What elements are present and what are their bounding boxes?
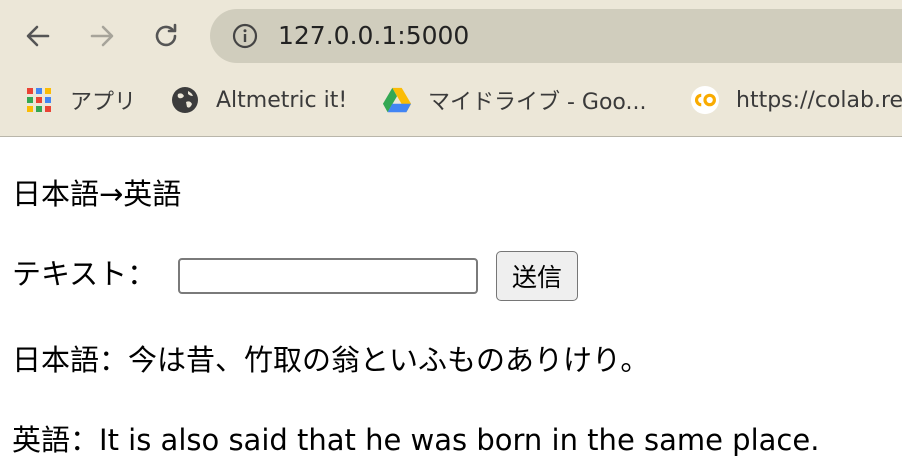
japanese-text: 今は昔、竹取の翁といふものありけり。 [128, 343, 650, 377]
reload-icon [155, 23, 177, 47]
japanese-result: 日本語：今は昔、竹取の翁といふものありけり。 [12, 342, 649, 378]
input-label: テキスト： [12, 257, 157, 291]
back-button[interactable] [20, 18, 56, 54]
text-input[interactable] [178, 258, 478, 294]
bookmark-label: https://colab.re [736, 87, 902, 113]
bookmarks-bar: アプリ Altmetric it! マイドライブ - Goo... https:… [0, 72, 902, 137]
english-text: It is also said that he was born in the … [99, 423, 820, 457]
japanese-label: 日本語： [12, 343, 129, 377]
globe-icon [170, 85, 200, 115]
bookmark-label: アプリ [70, 90, 137, 115]
english-label: 英語： [12, 423, 100, 457]
apps-grid-icon [24, 85, 54, 115]
url-text[interactable]: 127.0.0.1:5000 [278, 9, 469, 63]
submit-button[interactable]: 送信 [496, 251, 578, 301]
forward-arrow-icon [90, 25, 114, 47]
google-drive-icon [382, 85, 412, 115]
bookmark-colab[interactable]: https://colab.re [690, 72, 902, 128]
info-icon[interactable] [232, 23, 258, 49]
back-arrow-icon [26, 25, 50, 47]
reload-button[interactable] [148, 18, 184, 54]
bookmark-label: Altmetric it! [216, 87, 348, 113]
bookmark-apps[interactable]: アプリ [24, 72, 136, 128]
english-result: 英語：It is also said that he was born in t… [12, 422, 819, 458]
page-heading: 日本語→英語 [12, 177, 182, 211]
bookmark-altmetric[interactable]: Altmetric it! [170, 72, 347, 128]
browser-toolbar: 127.0.0.1:5000 [0, 0, 902, 72]
bookmark-google-drive[interactable]: マイドライブ - Goo... [382, 72, 647, 128]
forward-button[interactable] [84, 18, 120, 54]
colab-icon [690, 85, 720, 115]
address-bar[interactable]: 127.0.0.1:5000 [210, 9, 902, 63]
bookmark-label: マイドライブ - Goo... [428, 90, 647, 115]
